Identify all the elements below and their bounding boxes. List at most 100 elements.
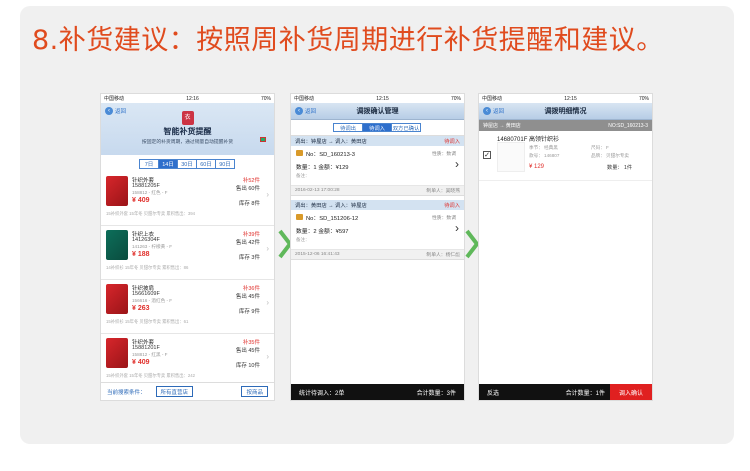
transfer-qty: 数量：2 金额：¥597 [296,229,349,235]
sold-count: 售出 42件 [235,240,260,246]
period-tabs: 7日 14日 30日 60日 90日 [101,155,274,172]
confirm-receive-button[interactable]: 调入确认 [609,384,652,400]
sold-count: 售出 60件 [235,186,260,192]
chevron-right-icon: › [455,221,459,235]
product-meta: 156616 - 酒红色 - F [132,298,173,303]
route-label: 调出：黄田店 → 调入：钟屋店 [295,203,367,209]
list-item[interactable]: 针织上衣 14126304F 141263 - 柠檬黄 - F ¥ 188 补3… [101,226,274,280]
transfer-number: NO:SD_160213-3 [608,122,648,129]
tab-90d[interactable]: 90日 [215,159,235,169]
back-arrow-icon: ‹ [483,107,491,115]
package-icon [296,150,303,156]
transfer-footer: 2016-02-13 17:00:28 制单人：吴晓燕 [291,186,464,196]
nav-bar: ‹ 返回 调拨明细情况 [479,103,652,120]
product-style: 款号： 146807 [529,153,560,158]
transfer-card[interactable]: 调出：钟屋店 → 调入：黄田店 待调入 No：SD_160213-3 性质：数调 … [291,136,464,196]
transfer-nature: 性质：数调 [432,216,456,221]
replenish-count: 补52件 [242,178,260,184]
transfer-remark: 备注： [296,173,310,178]
page-title: 调拨明细情况 [544,108,587,115]
back-button[interactable]: ‹ 返回 [105,107,126,115]
product-code: 14126304F [132,237,160,243]
transfer-maker: 制单人：吴晓燕 [426,189,460,194]
transfer-card[interactable]: 调出：黄田店 → 调入：钟屋店 待调入 No：SD_151206-12 性质：数调… [291,200,464,260]
route-label: 调出：钟屋店 → 调入：黄田店 [295,139,367,145]
sold-count: 售出 45件 [235,294,260,300]
product-footer: 14补织衫 15年冬 贝甜尔专卖 累积售出：86 [106,265,189,270]
detail-row[interactable]: 14680701F 高领针织衫 ✓ 季节： 经典黑 款号： 146807 尺码：… [479,131,652,181]
list-item[interactable]: 针织外套 15881201F 158812 - 红黑 - F ¥ 409 补35… [101,334,274,388]
transfer-footer: 2015-12-06 16:41:43 制单人：杨仁彪 [291,250,464,260]
chevron-right-icon: › [455,157,459,171]
battery-label: 70% [638,95,649,102]
back-arrow-icon: ‹ [295,107,303,115]
row-checkbox[interactable]: ✓ [483,151,491,159]
status-badge: 待调入 [444,203,460,209]
product-image [106,338,128,368]
tab-14d[interactable]: 14日 [158,159,178,169]
total-qty: 合计数量：3件 [416,390,456,397]
status-bar: 中国移动 12:15 70% [291,94,464,103]
product-footer: 15补织外套 15年冬 贝甜尔专卖 累积售出：242 [106,373,196,378]
product-size: 尺码： F [591,145,609,150]
back-button[interactable]: ‹ 返回 [483,107,504,115]
summary-bar: 统计待调入：2单 合计数量：3件 [291,384,464,400]
page-subtitle: 按固定的补货周期，通过销量自动提醒补货 [141,140,234,145]
filter-label: 当前搜索条件： [107,389,146,396]
transfer-maker: 制单人：杨仁彪 [426,253,460,258]
status-bar: 中国移动 12:15 70% [479,94,652,103]
transfer-nature: 性质：数调 [432,152,456,157]
transfer-number: No：SD_151206-12 [306,216,359,222]
product-image [497,142,525,172]
chevron-right-icon: › [266,244,269,253]
battery-label: 70% [450,95,461,102]
back-button[interactable]: ‹ 返回 [295,107,316,115]
product-qty: 数量： 1件 [607,165,633,171]
phone-transfer-detail: 中国移动 12:15 70% ‹ 返回 调拨明细情况 钟屋店 → 黄田店 NO:S… [478,93,653,401]
transfer-remark: 备注： [296,237,310,242]
product-price: ¥ 263 [132,305,150,312]
store-filter-button[interactable]: 所有直营店 [155,386,194,397]
product-brand: 品牌： 贝甜尔专卖 [591,153,630,158]
tab-pending-out[interactable]: 待调出 [333,123,363,132]
tab-pending-in[interactable]: 待调入 [362,123,392,132]
flag-icon[interactable] [260,137,266,142]
chevron-right-icon: › [266,298,269,307]
tab-60d[interactable]: 60日 [196,159,216,169]
stock-count: 库存 3件 [238,255,260,261]
tab-7d[interactable]: 7日 [139,159,159,169]
tab-30d[interactable]: 30日 [177,159,197,169]
status-bar: 中国移动 12:16 70% [101,94,274,103]
list-item[interactable]: 针织外套 15881205F 158812 - 红色 - F ¥ 409 补52… [101,172,274,226]
total-qty: 合计数量：1件 [565,390,605,397]
back-label: 返回 [305,109,317,115]
product-color: 季节： 经典黑 [529,145,558,150]
by-product-button[interactable]: 按商品 [241,386,268,397]
product-meta: 141263 - 柠檬黄 - F [132,244,173,249]
product-price: ¥ 129 [529,164,545,170]
page-heading: 8.补货建议：按照周补货周期进行补货提醒和建议。 [32,25,664,56]
product-meta: 158812 - 红色 - F [132,190,168,195]
product-image [106,230,128,260]
page-title: 调拨确认管理 [356,108,399,115]
replenish-count: 补35件 [242,340,260,346]
brand-logo: 衣 [181,111,194,125]
time-label: 12:16 [186,95,199,102]
product-code: 15881201F [132,345,160,351]
route-bar: 钟屋店 → 黄田店 NO:SD_160213-3 [479,120,652,131]
product-footer: 15补织衫 15年冬 贝甜尔专卖 累积售出：61 [106,319,189,324]
filter-bar: 当前搜索条件： 所有直营店 按商品 [101,382,274,400]
phone-replenishment: 中国移动 12:16 70% ‹ 返回 衣 智能补货提醒 按固定的补货周期，通过销… [100,93,275,401]
transfer-body: No：SD_151206-12 性质：数调 数量：2 金额：¥597 备注： › [291,210,464,250]
tab-confirmed[interactable]: 双方已确认 [391,123,421,132]
page-title: 智能补货提醒 [163,127,212,136]
invert-select-button[interactable]: 反选 [487,388,499,397]
back-label: 返回 [493,109,505,115]
action-bar: 反选 合计数量：1件 调入确认 [479,384,652,400]
back-arrow-icon: ‹ [105,107,113,115]
transfer-number: No：SD_160213-3 [306,152,355,158]
battery-label: 70% [260,95,271,102]
product-price: ¥ 409 [132,359,150,366]
time-label: 12:15 [376,95,389,102]
list-item[interactable]: 针织披肩 15661609F 156616 - 酒红色 - F ¥ 263 补3… [101,280,274,334]
